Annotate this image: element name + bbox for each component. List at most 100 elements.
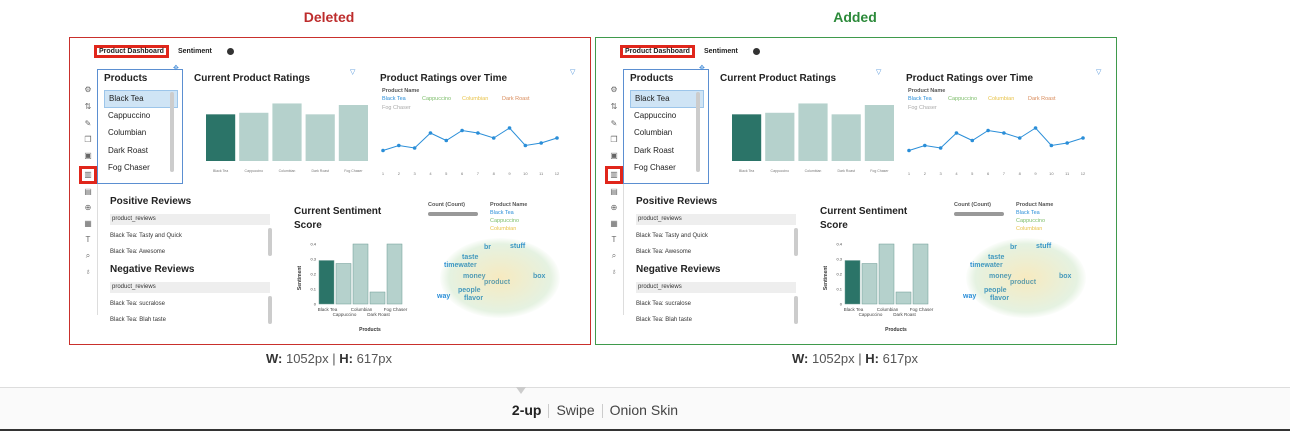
sentiment-chart: Black TeaCappuccinoColumbianDark RoastFo…	[297, 242, 408, 334]
duplicate-icon[interactable]: ▣	[82, 150, 94, 162]
rating-bar	[338, 105, 368, 161]
add-tab-icon[interactable]	[753, 48, 760, 55]
rating-tick-label: Fog Chaser	[870, 169, 889, 173]
product-item[interactable]: Dark Roast	[630, 143, 702, 159]
sentiment-bar	[895, 291, 912, 305]
sort-icon[interactable]: ⇅	[608, 101, 620, 113]
product-item[interactable]: Fog Chaser	[630, 160, 702, 176]
products-scrollbar[interactable]	[170, 92, 174, 172]
series-point	[1049, 143, 1054, 148]
sentiment-legend-item: Cappuccino	[1016, 218, 1046, 224]
text-icon[interactable]: T	[608, 234, 620, 246]
filter-icon[interactable]: ▽	[350, 68, 355, 76]
product-item[interactable]: Dark Roast	[104, 143, 176, 159]
count-slider[interactable]	[954, 212, 1004, 216]
image-icon[interactable]: ▤	[608, 186, 620, 198]
pin-icon[interactable]: ✎	[82, 118, 94, 130]
sentiment-y-tick: 0.2	[836, 272, 842, 277]
search-icon[interactable]: ⌕	[608, 250, 620, 262]
x-tick-label: 3	[940, 171, 943, 176]
sentiment-bar	[386, 243, 403, 305]
rating-bar	[798, 103, 828, 161]
tab-sentiment[interactable]: Sentiment	[178, 48, 212, 55]
series-point	[970, 138, 975, 143]
settings-icon[interactable]: ⚙	[82, 84, 94, 96]
sentiment-y-tick: 0	[314, 302, 317, 307]
width-label: W:	[791, 351, 809, 366]
reviews-scrollbar[interactable]	[794, 296, 798, 324]
sentiment-tick-label: Fog Chaser	[384, 307, 408, 312]
mode-swipe[interactable]: Swipe	[549, 402, 601, 418]
search-icon[interactable]: ⌕	[82, 250, 94, 262]
sentiment-y-tick: 0.2	[310, 272, 316, 277]
move-handle-icon[interactable]: ✥	[173, 64, 179, 72]
deleted-dimensions: W: 1052px | H: 617px	[69, 351, 589, 366]
negative-review-item: Black Tea: Blah taste	[110, 317, 166, 323]
settings-icon[interactable]: ⚙	[608, 84, 620, 96]
negative-reviews-column: product_reviews	[110, 282, 270, 293]
products-scrollbar[interactable]	[696, 92, 700, 172]
ratings-over-time-chart: 1 2 3 4 5 6 7 8 9 10 11 12	[381, 126, 560, 176]
sentiment-legend-item: Columbian	[490, 226, 517, 232]
export-icon[interactable]: ⊕	[82, 202, 94, 214]
reviews-scrollbar[interactable]	[268, 296, 272, 324]
x-tick-label: 2	[924, 171, 927, 176]
export-icon[interactable]: ⊕	[608, 202, 620, 214]
products-title: Products	[104, 73, 148, 84]
tab-product-dashboard[interactable]: Product Dashboard	[620, 45, 695, 58]
series-point	[1017, 136, 1022, 140]
products-title: Products	[630, 73, 674, 84]
pin-icon[interactable]: ✎	[608, 118, 620, 130]
product-item[interactable]: Black Tea	[104, 90, 178, 108]
product-item[interactable]: Columbian	[104, 125, 176, 141]
mode-2up[interactable]: 2-up	[505, 402, 549, 418]
series-point	[907, 148, 911, 153]
product-item[interactable]: Fog Chaser	[104, 160, 176, 176]
product-item[interactable]: Columbian	[630, 125, 702, 141]
reviews-scrollbar[interactable]	[794, 228, 798, 256]
product-item[interactable]: Cappuccino	[630, 108, 702, 124]
filter-icon[interactable]: ▽	[1096, 68, 1101, 76]
sentiment-legend-item: Columbian	[1016, 226, 1043, 232]
product-item[interactable]: Cappuccino	[104, 108, 176, 124]
sentiment-ylabel: Sentiment	[823, 266, 829, 291]
negative-review-item: Black Tea: sucralose	[636, 301, 691, 307]
mode-onion-skin[interactable]: Onion Skin	[603, 402, 685, 418]
product-item[interactable]: Black Tea	[630, 90, 704, 108]
table-icon[interactable]: ▦	[82, 218, 94, 230]
image-icon[interactable]: ▤	[82, 186, 94, 198]
sentiment-bar	[352, 243, 369, 305]
hierarchy-icon[interactable]: ♁	[82, 266, 94, 278]
duplicate-icon[interactable]: ▣	[608, 150, 620, 162]
move-handle-icon[interactable]: ✥	[699, 64, 705, 72]
sentiment-legend-item: Black Tea	[490, 210, 514, 216]
sort-icon[interactable]: ⇅	[82, 101, 94, 113]
filter-icon[interactable]: ▽	[570, 68, 575, 76]
deleted-caption: Deleted	[303, 9, 355, 25]
filter-widget-icon[interactable]: ▥	[79, 166, 97, 184]
ratings-title: Current Product Ratings	[194, 73, 311, 84]
text-icon[interactable]: T	[82, 234, 94, 246]
added-image-frame: Product Dashboard Sentiment ⚙ ⇅ ✎ ❐ ▣ ▥ …	[595, 37, 1117, 345]
filter-icon[interactable]: ▽	[876, 68, 881, 76]
series-point	[412, 146, 417, 150]
sentiment-tick-label: Dark Roast	[367, 312, 390, 317]
x-tick-label: 8	[493, 171, 496, 176]
height-value: 617px	[356, 351, 393, 366]
tab-product-dashboard[interactable]: Product Dashboard	[94, 45, 169, 58]
x-tick-label: 9	[508, 171, 511, 176]
dim-separator: |	[332, 351, 336, 366]
series-point	[555, 136, 559, 140]
count-slider[interactable]	[428, 212, 478, 216]
hierarchy-icon[interactable]: ♁	[608, 266, 620, 278]
tab-sentiment[interactable]: Sentiment	[704, 48, 738, 55]
add-tab-icon[interactable]	[227, 48, 234, 55]
reviews-scrollbar[interactable]	[268, 228, 272, 256]
ratings-over-time-title: Product Ratings over Time	[906, 73, 1034, 84]
caret-icon	[516, 387, 526, 394]
table-icon[interactable]: ▦	[608, 218, 620, 230]
sentiment-y-tick: 0.4	[836, 242, 842, 247]
copy-icon[interactable]: ❐	[608, 134, 620, 146]
filter-widget-icon[interactable]: ▥	[605, 166, 623, 184]
copy-icon[interactable]: ❐	[82, 134, 94, 146]
